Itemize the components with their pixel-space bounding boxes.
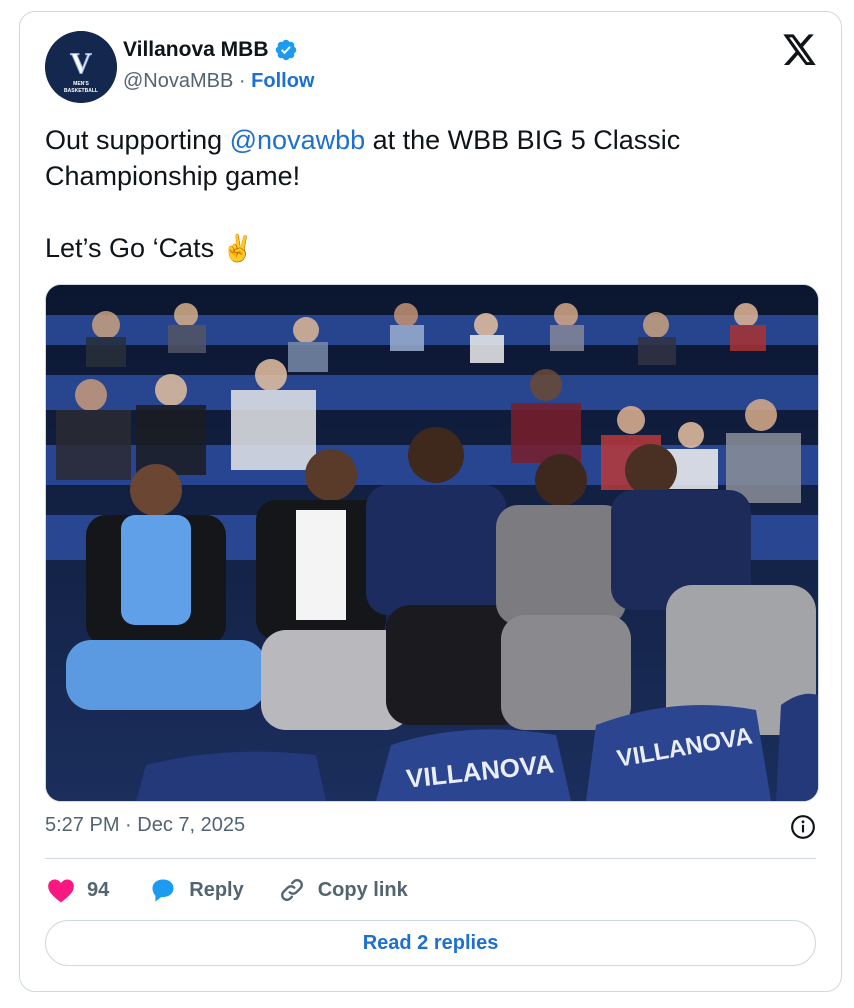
avatar-logo-letter: V	[70, 47, 92, 80]
timestamp-separator: ·	[125, 814, 132, 836]
author-handle[interactable]: @NovaMBB	[123, 70, 233, 92]
heart-icon	[48, 879, 74, 903]
info-icon[interactable]	[790, 814, 816, 840]
link-icon	[280, 879, 303, 901]
read-replies-button[interactable]: Read 2 replies	[45, 920, 816, 966]
author-display-name[interactable]: Villanova MBB	[123, 38, 268, 62]
tweet-text: Out supporting @novawbb at the WBB BIG 5…	[45, 122, 805, 266]
x-logo-icon[interactable]	[783, 34, 817, 66]
tweet-text-line2: Let’s Go ‘Cats	[45, 233, 222, 263]
copy-link-button[interactable]: Copy link	[278, 876, 408, 904]
reply-bubble-icon	[152, 879, 174, 902]
timestamp-row[interactable]: 5:27 PM · Dec 7, 2025	[45, 814, 245, 837]
reply-label: Reply	[189, 878, 244, 901]
copy-link-label: Copy link	[317, 878, 408, 901]
follow-button[interactable]: Follow	[251, 70, 314, 92]
mention-link[interactable]: @novawbb	[230, 125, 366, 155]
reply-button[interactable]: Reply	[149, 877, 244, 903]
peace-emoji: ✌️	[221, 233, 254, 263]
author-name-row: Villanova MBB	[123, 38, 298, 62]
tweet-time: 5:27 PM	[45, 814, 120, 836]
verified-badge-icon	[276, 39, 297, 61]
tweet-text-before: Out supporting	[45, 125, 230, 155]
divider	[45, 858, 816, 859]
avatar-logo-line1: MEN'S	[73, 81, 89, 87]
action-bar: 94 Reply Copy link	[45, 874, 408, 906]
author-handle-row: @NovaMBB · Follow	[123, 70, 314, 93]
like-count: 94	[87, 878, 110, 901]
avatar-logo-line2: BASKETBALL	[64, 88, 98, 94]
handle-separator: ·	[238, 70, 246, 92]
tweet-card: V MEN'S BASKETBALL Villanova MBB @NovaMB…	[19, 11, 842, 992]
tweet-photo[interactable]: VILLANOVA VILLANOVA	[45, 284, 819, 802]
author-avatar[interactable]: V MEN'S BASKETBALL	[45, 31, 117, 103]
tweet-date: Dec 7, 2025	[137, 814, 246, 836]
like-button[interactable]: 94	[47, 877, 109, 903]
